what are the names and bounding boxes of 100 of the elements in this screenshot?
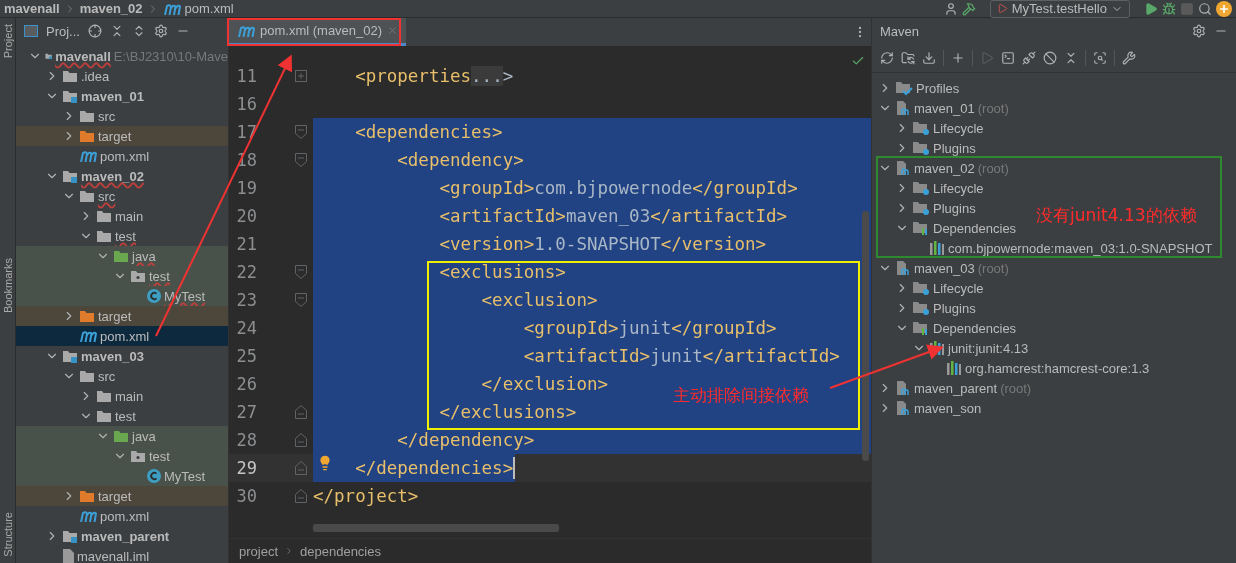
tool-window-tab[interactable]: Bookmarks [1,257,14,313]
tree-item[interactable]: mavenall E:\BJ2310\10-Mave [16,46,228,66]
tree-item[interactable]: Profiles [872,78,960,98]
tree-item[interactable]: MyTest [16,466,228,486]
tree-item[interactable]: Plugins [872,298,976,318]
breadcrumb[interactable]: mavenall [4,1,60,16]
tree-item[interactable]: Lifecycle [872,178,984,198]
tree-item[interactable]: maven_03 [16,346,228,366]
folder-icon[interactable] [901,51,915,65]
line-number: 24 [235,317,257,340]
tree-item[interactable]: pom.xml [16,506,228,526]
tree-item[interactable]: java [16,426,228,446]
tree-item[interactable]: main [16,386,228,406]
analyze-icon[interactable] [1093,51,1107,65]
settings-icon[interactable] [1192,24,1206,38]
fold-marker-icon[interactable] [295,461,307,475]
fold-marker-icon[interactable] [295,433,307,447]
offline-icon[interactable] [1022,51,1036,65]
collapse-all-icon[interactable] [1064,51,1078,65]
tree-item[interactable]: pom.xml [16,326,228,346]
breadcrumb[interactable]: maven_02 [79,1,143,16]
settings-icon[interactable] [153,24,168,38]
tree-item[interactable]: test [16,406,228,426]
tree-item[interactable]: target [16,306,228,326]
tree-item[interactable]: Lifecycle [872,118,984,138]
fold-marker-icon[interactable] [295,293,307,307]
tree-item[interactable]: junit:junit:4.13 [872,338,1029,358]
download-icon[interactable] [922,51,936,65]
skip-tests-icon[interactable] [1043,51,1057,65]
tool-window-tab[interactable]: Structure [1,512,14,557]
refresh-icon[interactable] [880,51,894,65]
bulb-icon[interactable] [317,455,333,471]
search-icon[interactable] [1198,1,1212,16]
tree-item[interactable]: pom.xml [16,146,228,166]
tree-item[interactable]: maven_02 [16,166,228,186]
item-label: MyTest [164,468,206,484]
panel-title[interactable]: Proj... [46,23,80,39]
item-label: src [98,188,116,204]
terminal-icon[interactable] [1001,51,1015,65]
check-icon [851,54,865,68]
tree-item[interactable]: .idea [16,66,228,86]
tree-item[interactable]: Plugins [872,138,976,158]
tree-item[interactable]: test [16,266,228,286]
tree-item[interactable]: maven_01 (root) [872,98,1009,118]
tree-item[interactable]: maven_01 [16,86,228,106]
item-label: maven_parent [81,528,170,544]
fold-marker-icon[interactable] [295,489,307,503]
add-icon[interactable] [951,51,965,65]
tree-item[interactable]: Dependencies [872,318,1017,338]
fold-marker-icon[interactable] [295,153,307,167]
tree-item[interactable]: maven_03 (root) [872,258,1009,278]
breadcrumb[interactable]: pom.xml [184,1,234,16]
tree-item[interactable]: target [16,126,228,146]
run-icon[interactable] [1144,1,1158,16]
fold-marker-icon[interactable] [295,265,307,279]
folder-icon [62,349,78,363]
update-icon[interactable] [1216,0,1232,17]
tree-item[interactable]: java [16,246,228,266]
fold-marker-icon[interactable] [295,125,307,139]
tree-item[interactable]: target [16,486,228,506]
tree-item[interactable]: Plugins [872,198,976,218]
file-icon [62,549,74,563]
tree-item[interactable]: test [16,446,228,466]
fold-marker-icon[interactable] [295,405,307,419]
tree-item[interactable]: main [16,206,228,226]
item-label: target [98,488,132,504]
code-line: </dependencies> [355,457,514,480]
item-label: test [115,408,136,424]
item-label: pom.xml [100,508,150,524]
folded-code[interactable]: ... [471,66,503,86]
locate-icon[interactable] [87,24,102,38]
debug-icon[interactable] [1162,1,1176,16]
tool-window-tab[interactable]: Project [1,24,14,59]
hammer-icon[interactable] [961,1,976,16]
tree-item[interactable]: maven_parent (root) [872,378,1032,398]
tree-item[interactable]: org.hamcrest:hamcrest-core:1.3 [872,358,1150,378]
run-configuration-dropdown[interactable]: MyTest.testHello [989,0,1130,18]
tree-item[interactable]: Dependencies [872,218,1017,238]
tree-item[interactable]: Lifecycle [872,278,984,298]
tree-item[interactable]: maven_parent [16,526,228,546]
tree-item[interactable]: src [16,106,228,126]
tree-item[interactable]: test [16,226,228,246]
scrollbar[interactable] [862,211,869,461]
tree-item[interactable]: src [16,186,228,206]
tree-item[interactable]: maven_02 (root) [872,158,1009,178]
line-number: 25 [235,345,257,368]
scrollbar[interactable] [313,524,559,532]
breadcrumb[interactable]: project [239,543,279,559]
tree-item[interactable]: maven_son [872,398,982,418]
user-icon[interactable] [943,1,958,16]
item-label: org.hamcrest:hamcrest-core:1.3 [965,360,1150,376]
annotation-text: 主动排除间接依赖 [673,384,809,407]
breadcrumb[interactable]: dependencies [300,543,381,559]
tree-item[interactable]: mavenall.iml [16,546,228,563]
wrench-icon[interactable] [1122,51,1136,65]
tree-item[interactable]: com.bjpowernode:maven_03:1.0-SNAPSHOT [872,238,1213,258]
item-label: Lifecycle [933,280,984,296]
line-number: 29 [235,457,257,480]
tree-item[interactable]: src [16,366,228,386]
fold-plus-icon[interactable] [295,70,307,82]
